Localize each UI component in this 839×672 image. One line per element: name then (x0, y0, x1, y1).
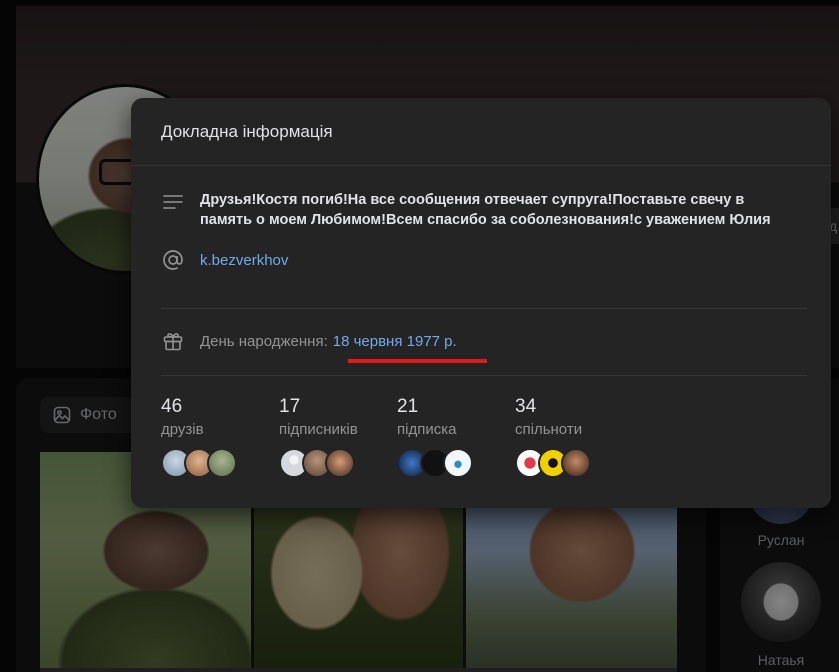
at-sign-icon (161, 248, 185, 272)
avatar[interactable] (561, 448, 591, 478)
about-row: Друзья!Костя погиб!На все сообщения отве… (161, 190, 831, 230)
birthday-row: День народження: 18 червня 1977 р. (161, 329, 457, 353)
stat-followers[interactable]: 17 підписників (279, 396, 397, 480)
stat-avatars (279, 448, 397, 480)
stat-value: 21 (397, 396, 419, 417)
stat-avatars (397, 448, 515, 480)
avatar[interactable] (443, 448, 473, 478)
birthday-date-link[interactable]: 18 червня 1977 р. (333, 333, 457, 350)
popup-body: Друзья!Костя погиб!На все сообщения отве… (131, 166, 831, 272)
detailed-info-popup: Докладна інформація Друзья!Костя погиб!Н… (131, 98, 831, 508)
stat-label: спільноти (515, 421, 583, 438)
nickname-row: k.bezverkhov (161, 248, 831, 272)
popup-header: Докладна інформація (131, 98, 831, 166)
nickname-link[interactable]: k.bezverkhov (200, 252, 288, 269)
avatar[interactable] (207, 448, 237, 478)
stat-label: підписників (279, 421, 358, 438)
stat-subscriptions[interactable]: 21 підписка (397, 396, 515, 480)
stat-value: 17 (279, 396, 301, 417)
stat-avatars (515, 448, 633, 480)
stat-label: підписка (397, 421, 457, 438)
text-lines-icon (161, 190, 185, 214)
red-underline-annotation (348, 359, 487, 363)
gift-icon (161, 329, 185, 353)
birthday-label: День народження: (200, 332, 328, 350)
stats-row: 46 друзів 17 підписників 21 підписка 34 … (161, 396, 633, 480)
stat-value: 34 (515, 396, 537, 417)
stat-communities[interactable]: 34 спільноти (515, 396, 633, 480)
stat-value: 46 (161, 396, 183, 417)
avatar[interactable] (325, 448, 355, 478)
divider (161, 375, 807, 376)
stat-friends[interactable]: 46 друзів (161, 396, 279, 480)
stat-label: друзів (161, 421, 204, 438)
popup-title: Докладна інформація (161, 121, 333, 141)
divider (161, 308, 807, 309)
about-text: Друзья!Костя погиб!На все сообщения отве… (200, 192, 771, 228)
stat-avatars (161, 448, 279, 480)
